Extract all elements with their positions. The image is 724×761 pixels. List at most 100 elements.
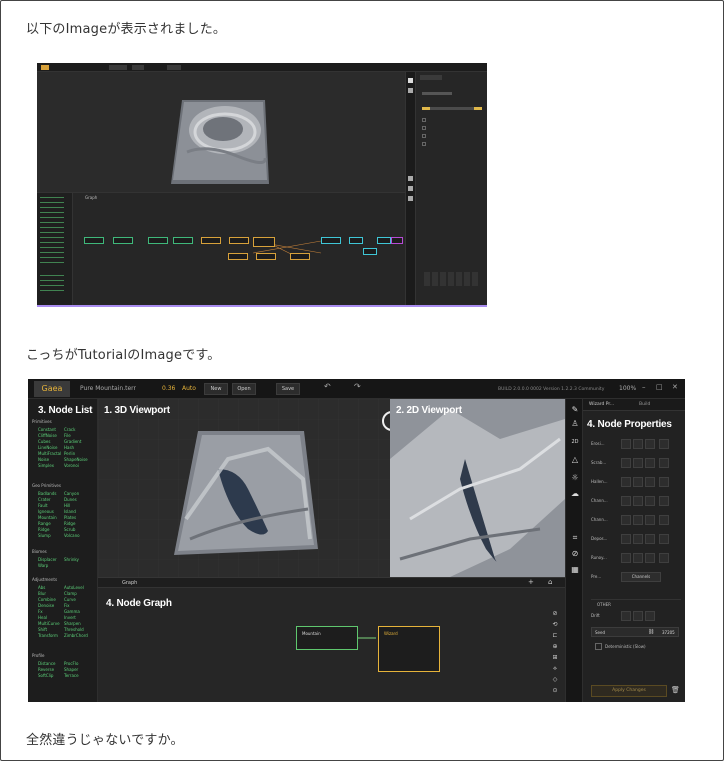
new-button[interactable]: New <box>204 383 228 395</box>
node-list-item[interactable]: Shrinky <box>64 557 79 563</box>
prop-field[interactable] <box>633 553 643 563</box>
prop-field[interactable] <box>633 496 643 506</box>
graph-tools[interactable]: ⊘ ⟲ ⊏ ⊕ ⊞ ⟡ ◇ ⊙ <box>550 608 560 698</box>
node-list-item[interactable]: Simplex <box>38 463 61 469</box>
prop-field[interactable] <box>633 458 643 468</box>
list-column[interactable]: Displacer Warp <box>38 557 57 569</box>
graph-node[interactable] <box>391 237 403 244</box>
prop-field[interactable] <box>621 611 631 621</box>
prop-field[interactable] <box>633 515 643 525</box>
disable-icon[interactable]: ⊘ <box>570 549 580 559</box>
graph-node[interactable] <box>253 237 275 247</box>
node-list-item[interactable]: Transform <box>38 633 60 639</box>
props-tab-build[interactable]: Build <box>639 402 650 407</box>
graph-node[interactable] <box>201 237 221 244</box>
open-button[interactable]: Open <box>232 383 256 395</box>
prop-field[interactable] <box>659 496 669 506</box>
prop-field[interactable] <box>621 515 631 525</box>
graph-node[interactable] <box>290 253 310 260</box>
node-list-item[interactable]: Warp <box>38 563 57 569</box>
graph-node[interactable] <box>229 237 249 244</box>
save-button[interactable]: Save <box>276 383 300 395</box>
maximize-icon[interactable]: □ <box>656 383 663 391</box>
prop-field[interactable] <box>633 611 643 621</box>
prop-field[interactable] <box>645 534 655 544</box>
toolbar-button[interactable] <box>109 65 127 70</box>
viewport-3d[interactable] <box>37 72 405 192</box>
button-grid[interactable] <box>424 272 480 286</box>
toolbar-button[interactable] <box>132 65 144 70</box>
graph-node[interactable] <box>321 237 341 244</box>
apply-changes-button[interactable]: Apply Changes <box>591 685 667 697</box>
app-menu[interactable]: Gaea <box>34 381 70 397</box>
list-column[interactable]: Abs Blur Combine Denoise Fx Heal MultiCurve Shi… <box>38 585 60 639</box>
seed-field[interactable]: Seed ⛓ 37205 <box>591 627 679 637</box>
prop-field[interactable] <box>621 458 631 468</box>
node-list-item[interactable]: SoftClip <box>38 673 56 679</box>
graph-node[interactable] <box>228 253 248 260</box>
prop-field[interactable] <box>621 439 631 449</box>
graph-node[interactable] <box>349 237 363 244</box>
prop-field[interactable] <box>621 477 631 487</box>
tool-icon[interactable] <box>408 176 413 181</box>
node-list-items[interactable] <box>40 275 64 293</box>
prop-field[interactable] <box>645 477 655 487</box>
node-graph[interactable]: Graph + ⌂ 4. Node Graph Mountain Wizard … <box>98 577 565 702</box>
prop-field[interactable] <box>633 534 643 544</box>
auto-toggle[interactable]: Auto <box>182 385 196 392</box>
list-column[interactable]: AutoLevel Clamp Curve Fix Gamma Invert Sharpen… <box>64 585 88 639</box>
prop-field[interactable] <box>659 515 669 525</box>
checkbox[interactable] <box>422 126 426 130</box>
prop-field[interactable] <box>621 534 631 544</box>
zoom-level[interactable]: 100% <box>619 385 636 392</box>
prop-field[interactable] <box>633 439 643 449</box>
tool-icon[interactable] <box>408 186 413 191</box>
graph-node[interactable] <box>363 248 377 255</box>
prop-field[interactable] <box>645 515 655 525</box>
prop-field[interactable] <box>659 534 669 544</box>
checkbox[interactable] <box>422 118 426 122</box>
graph-node[interactable] <box>113 237 133 244</box>
section-adjustments[interactable]: Adjustments <box>32 577 57 582</box>
prop-field[interactable] <box>645 439 655 449</box>
graph-node[interactable] <box>256 253 276 260</box>
graph-node[interactable] <box>84 237 104 244</box>
prop-field[interactable] <box>645 496 655 506</box>
section-biomes[interactable]: Biomes <box>32 549 47 554</box>
graph-node[interactable] <box>173 237 193 244</box>
trash-icon[interactable]: 🗑 <box>671 686 680 694</box>
tool-icon[interactable] <box>408 78 413 83</box>
close-icon[interactable]: ✕ <box>672 383 678 391</box>
list-column[interactable]: ProcFlo Shaper Terrace <box>64 661 79 679</box>
viewport-2d[interactable]: 2. 2D Viewport <box>390 399 565 577</box>
list-column[interactable]: Crack File Gradient Hash Perlin ShapeNoise Vor… <box>64 427 88 469</box>
toolbar-button[interactable] <box>167 65 181 70</box>
node-list-item[interactable]: Slump <box>38 533 57 539</box>
list-column[interactable]: Constant CliffNoise Cubes LineNoise MultiFra… <box>38 427 61 469</box>
prop-field[interactable] <box>621 496 631 506</box>
checkbox[interactable] <box>422 142 426 146</box>
node-list-items[interactable] <box>40 197 64 267</box>
prop-field[interactable] <box>621 553 631 563</box>
list-column[interactable]: Shrinky <box>64 557 79 563</box>
prop-field[interactable] <box>659 553 669 563</box>
cloud-icon[interactable]: ☁ <box>570 489 580 499</box>
node-graph[interactable]: Graph <box>73 192 405 305</box>
link-icon[interactable]: ⛓ <box>648 629 654 635</box>
props-tab[interactable] <box>420 75 442 80</box>
crop-icon[interactable]: ⌗ <box>570 533 580 543</box>
person-icon[interactable]: ♙ <box>570 419 580 429</box>
prop-field[interactable] <box>659 439 669 449</box>
undo-icon[interactable]: ↶ <box>324 382 331 391</box>
section-other[interactable]: OTHER <box>597 602 611 607</box>
grid-icon[interactable]: ▦ <box>570 565 580 575</box>
node-list-item[interactable]: ZimbrChord <box>64 633 88 639</box>
prop-field[interactable] <box>633 477 643 487</box>
checkbox[interactable] <box>422 134 426 138</box>
section-primitives[interactable]: Primitives <box>32 419 52 424</box>
graph-node-wizard[interactable]: Wizard <box>378 626 440 672</box>
graph-node[interactable] <box>377 237 391 244</box>
prop-field[interactable] <box>645 458 655 468</box>
sun-icon[interactable]: ☼ <box>570 473 580 483</box>
triangle-icon[interactable]: △ <box>570 455 580 465</box>
